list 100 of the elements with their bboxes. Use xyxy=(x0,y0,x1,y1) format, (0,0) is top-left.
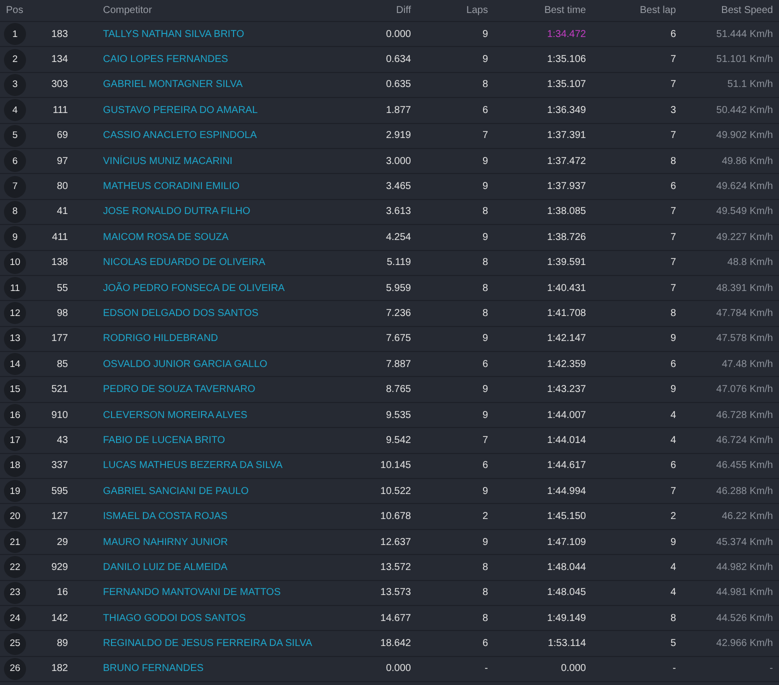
best-lap-cell: 7 xyxy=(670,486,676,497)
best-lap-cell: 9 xyxy=(670,333,676,344)
diff-cell: 1.877 xyxy=(386,104,411,116)
best-lap-cell: 6 xyxy=(670,181,676,192)
competitor-name: LUCAS MATHEUS BEZERRA DA SILVA xyxy=(103,460,282,472)
column-header: Diff xyxy=(396,5,411,16)
column-header: Laps xyxy=(466,5,488,16)
best-time-cell: 1:37.472 xyxy=(547,156,586,167)
diff-cell: 0.000 xyxy=(386,28,411,40)
column-header: Best time xyxy=(544,5,586,16)
best-time-cell: 1:47.109 xyxy=(547,536,586,548)
best-speed-cell: 49.902 Km/h xyxy=(716,130,773,142)
best-lap-cell: 2 xyxy=(670,511,676,522)
competitor-name: FERNANDO MANTOVANI DE MATTOS xyxy=(103,587,281,598)
best-speed-cell: 49.549 Km/h xyxy=(716,206,773,218)
position-badge: 3 xyxy=(4,74,26,96)
position-badge: 12 xyxy=(4,302,26,324)
best-speed-cell: 47.076 Km/h xyxy=(716,384,773,396)
laps-cell: 2 xyxy=(482,511,488,522)
competitor-name: CAIO LOPES FERNANDES xyxy=(103,54,228,66)
diff-cell: 0.000 xyxy=(386,663,411,674)
best-speed-cell: 51.1 Km/h xyxy=(727,79,773,90)
laps-cell: 9 xyxy=(482,181,488,192)
competitor-name: FABIO DE LUCENA BRITO xyxy=(103,434,226,446)
best-lap-cell: 4 xyxy=(670,587,676,598)
position-badge: 9 xyxy=(4,226,26,248)
best-speed-cell: - xyxy=(770,663,773,674)
competitor-name: BRUNO FERNANDES xyxy=(103,663,204,674)
competitor-name: TALLYS NATHAN SILVA BRITO xyxy=(103,28,244,40)
diff-cell: 4.254 xyxy=(386,232,411,243)
position-badge: 18 xyxy=(4,454,26,477)
laps-cell: - xyxy=(484,663,488,674)
competitor-name: CASSIO ANACLETO ESPINDOLA xyxy=(103,130,257,142)
diff-cell: 7.887 xyxy=(386,358,411,370)
best-lap-cell: 7 xyxy=(670,54,676,66)
best-lap-cell: 4 xyxy=(670,410,676,421)
best-speed-cell: 46.288 Km/h xyxy=(716,486,773,497)
kart-number: 98 xyxy=(56,308,68,319)
best-lap-cell: 4 xyxy=(670,434,676,446)
best-speed-cell: 50.442 Km/h xyxy=(716,104,773,116)
laps-cell: 9 xyxy=(482,232,488,243)
laps-cell: 7 xyxy=(482,434,488,446)
diff-cell: 5.119 xyxy=(386,257,411,268)
competitor-name: CLEVERSON MOREIRA ALVES xyxy=(103,410,248,421)
competitor-name: MATHEUS CORADINI EMILIO xyxy=(103,181,240,192)
competitor-name: GABRIEL SANCIANI DE PAULO xyxy=(103,486,249,497)
best-speed-cell: 51.444 Km/h xyxy=(716,28,773,40)
kart-number: 521 xyxy=(51,384,68,396)
best-speed-cell: 47.578 Km/h xyxy=(716,333,773,344)
position-badge: 1 xyxy=(4,23,26,46)
best-lap-cell: 7 xyxy=(670,282,676,294)
kart-number: 177 xyxy=(51,333,68,344)
best-speed-cell: 47.48 Km/h xyxy=(722,358,773,370)
best-lap-cell: 7 xyxy=(670,257,676,268)
best-lap-cell: 6 xyxy=(670,460,676,472)
kart-number: 182 xyxy=(51,663,68,674)
position-badge: 21 xyxy=(4,531,26,553)
position-badge: 25 xyxy=(4,632,26,655)
competitor-name: GABRIEL MONTAGNER SILVA xyxy=(103,79,243,90)
best-time-cell: 1:44.007 xyxy=(547,410,586,421)
best-time-cell: 1:53.114 xyxy=(548,638,586,650)
diff-cell: 10.678 xyxy=(380,511,411,522)
position-badge: 4 xyxy=(4,99,26,122)
kart-number: 85 xyxy=(56,358,68,370)
laps-cell: 9 xyxy=(482,28,488,40)
position-badge: 10 xyxy=(4,252,26,274)
position-badge: 11 xyxy=(4,277,26,300)
best-time-cell: 1:49.149 xyxy=(547,612,586,624)
column-header: Competitor xyxy=(103,5,152,16)
competitor-name: REGINALDO DE JESUS FERREIRA DA SILVA xyxy=(103,638,312,650)
position-badge: 8 xyxy=(4,200,26,223)
best-time-cell: 1:48.045 xyxy=(547,587,586,598)
laps-cell: 8 xyxy=(482,79,488,90)
diff-cell: 8.765 xyxy=(386,384,411,396)
diff-cell: 10.522 xyxy=(380,486,411,497)
laps-cell: 9 xyxy=(482,54,488,66)
position-badge: 22 xyxy=(4,556,26,578)
best-time-cell: 1:44.014 xyxy=(547,434,586,446)
kart-number: 55 xyxy=(56,282,68,294)
best-speed-cell: 46.728 Km/h xyxy=(716,410,773,421)
best-lap-cell: - xyxy=(672,663,676,674)
competitor-name: VINÍCIUS MUNIZ MACARINI xyxy=(103,156,232,167)
best-time-cell: 1:35.107 xyxy=(547,79,586,90)
best-lap-cell: 8 xyxy=(670,612,676,624)
best-lap-cell: 4 xyxy=(670,562,676,573)
diff-cell: 14.677 xyxy=(380,612,411,624)
best-lap-cell: 3 xyxy=(670,104,676,116)
diff-cell: 3.613 xyxy=(386,206,411,218)
best-speed-cell: 49.624 Km/h xyxy=(716,181,773,192)
diff-cell: 7.236 xyxy=(386,308,411,319)
competitor-name: GUSTAVO PEREIRA DO AMARAL xyxy=(103,104,258,116)
best-time-cell: 1:39.591 xyxy=(547,257,586,268)
column-header: Best lap xyxy=(640,5,676,16)
kart-number: 910 xyxy=(51,410,68,421)
position-badge: 15 xyxy=(4,378,26,401)
kart-number: 337 xyxy=(51,460,68,472)
diff-cell: 3.000 xyxy=(386,156,411,167)
best-speed-cell: 49.227 Km/h xyxy=(716,232,773,243)
position-badge: 13 xyxy=(4,328,26,350)
best-speed-cell: 49.86 Km/h xyxy=(722,156,773,167)
